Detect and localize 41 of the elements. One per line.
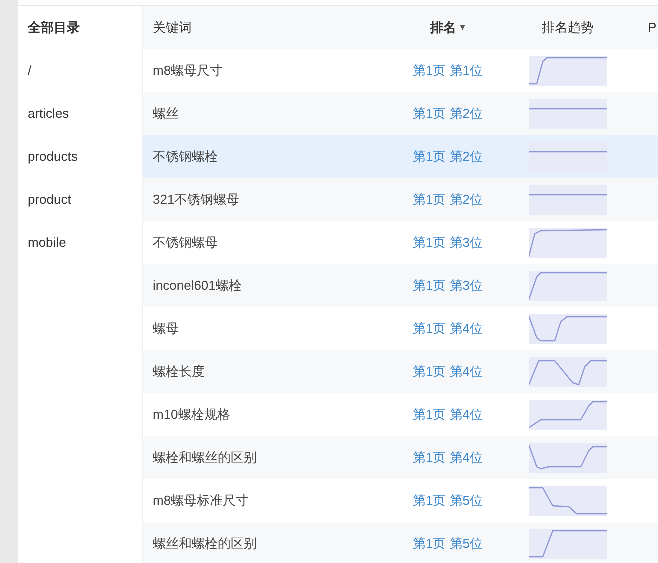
table-row[interactable]: 螺栓和螺丝的区别 第1页 第4位 — [143, 436, 658, 479]
keyword-cell-text: m8螺母标准尺寸 — [152, 492, 250, 510]
rank-link[interactable]: 第1页 第2位 — [378, 104, 518, 124]
rank-link[interactable]: 第1页 第4位 — [378, 404, 518, 424]
sidebar-item[interactable]: mobile — [18, 221, 142, 264]
sidebar-title: 全部目录 — [27, 18, 81, 37]
keyword-cell-text: 螺栓和螺丝的区别 — [152, 448, 258, 467]
rank-link[interactable]: 第1页 第3位 — [378, 232, 518, 252]
keyword-cell-text: 不锈钢螺栓 — [152, 148, 219, 166]
rank-link[interactable]: 第1页 第4位 — [378, 318, 518, 338]
table-row[interactable]: 螺丝和螺栓的区别 第1页 第5位 — [143, 522, 658, 563]
rank-link[interactable]: 第1页 第4位 — [378, 448, 518, 468]
keyword-cell-text: inconel601螺栓 — [152, 276, 243, 295]
keyword-cell-text: 螺丝 — [152, 104, 180, 123]
rank-link[interactable]: 第1页 第5位 — [378, 490, 518, 510]
rank-link[interactable]: 第1页 第1位 — [378, 60, 518, 80]
keyword-cell-text: 不锈钢螺母 — [152, 234, 219, 252]
column-header: 排名趋势 — [541, 18, 595, 37]
rank-link[interactable]: 第1页 第5位 — [378, 534, 518, 554]
keyword-cell-text: 螺母 — [152, 320, 180, 338]
sidebar-item[interactable]: products — [18, 135, 142, 178]
column-header[interactable]: 排名 ▾ — [378, 18, 518, 38]
rank-link[interactable]: 第1页 第4位 — [378, 362, 518, 382]
table-row[interactable]: 螺丝 第1页 第2位 — [143, 92, 658, 135]
sidebar-item[interactable]: product — [18, 178, 142, 221]
rank-link[interactable]: 第1页 第2位 — [378, 190, 518, 210]
table-row[interactable]: 螺栓长度 第1页 第4位 — [143, 350, 658, 393]
keyword-cell-text: m10螺栓规格 — [152, 406, 232, 424]
table-row[interactable]: 不锈钢螺栓 第1页 第2位 — [143, 135, 658, 178]
keyword-cell-text: m8螺母尺寸 — [152, 62, 224, 80]
sidebar-item[interactable]: articles — [18, 92, 142, 135]
table-row[interactable]: inconel601螺栓 第1页 第3位 — [143, 264, 658, 307]
sidebar-item[interactable]: / — [18, 49, 142, 92]
sort-caret-icon: ▾ — [460, 20, 466, 34]
keyword-cell-text: 螺丝和螺栓的区别 — [152, 534, 258, 553]
column-header: 关键词 — [152, 18, 193, 37]
rank-link[interactable]: 第1页 第3位 — [378, 276, 518, 296]
column-header: P — [647, 18, 657, 37]
table-row[interactable]: 321不锈钢螺母 第1页 第2位 — [143, 178, 658, 221]
keyword-cell-text: 螺栓长度 — [152, 362, 206, 381]
keyword-cell-text: 321不锈钢螺母 — [152, 190, 241, 209]
